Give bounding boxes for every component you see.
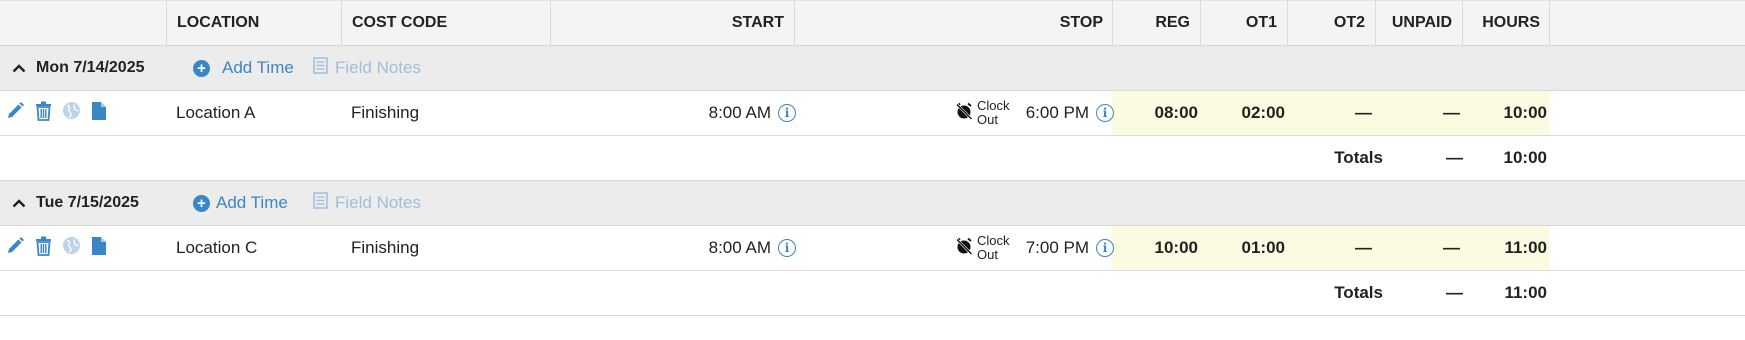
total-hours-cell: 11:00 [1504,238,1547,257]
trash-icon[interactable] [35,236,52,261]
document-icon[interactable] [91,101,107,126]
start-time-cell: 8:00 AM [708,238,771,257]
collapse-button[interactable] [12,46,26,90]
unpaid-hours-cell: — [1443,103,1460,122]
edit-button[interactable] [5,226,25,270]
delete-button[interactable] [35,91,52,135]
ot2-hours-cell: — [1355,238,1372,257]
document-icon[interactable] [91,236,107,261]
day-date: Mon 7/14/2025 [36,59,145,76]
delete-button[interactable] [35,226,52,270]
unpaid-hours-cell: — [1443,238,1460,257]
column-header-location[interactable]: LOCATION [177,1,259,45]
stop-info-button[interactable]: i [1096,91,1114,135]
start-time-cell: 8:00 AM [708,103,771,122]
field-notes-label: Field Notes [335,58,421,77]
column-header-unpaid[interactable]: UNPAID [1378,1,1452,45]
notes-button[interactable] [91,226,107,270]
field-notes-label: Field Notes [335,193,421,212]
ot1-hours-cell: 02:00 [1241,103,1285,122]
globe-icon[interactable] [62,101,81,125]
info-icon[interactable]: i [1096,239,1114,257]
field-notes-button[interactable]: Field Notes [313,46,421,90]
info-icon[interactable]: i [1096,104,1114,122]
timesheet-grid: LOCATION COST CODE START STOP REG OT1 OT… [0,0,1745,316]
column-header-reg[interactable]: REG [1115,1,1190,45]
day-totals-row: Totals — 10:00 [0,136,1745,181]
pencil-icon[interactable] [5,236,25,261]
add-time-label: Add Time [222,58,294,77]
day-group-header: Tue 7/15/2025 + Add Time Field Notes [0,181,1745,226]
info-icon[interactable]: i [778,104,796,122]
table-row[interactable]: Location A Finishing 8:00 AM i Clock Out… [0,91,1745,136]
column-header-hours[interactable]: HOURS [1465,1,1540,45]
stop-info-button[interactable]: i [1096,226,1114,270]
no-alarm-icon [955,102,973,125]
totals-hours: 10:00 [1503,148,1547,167]
add-time-label: Add Time [216,193,288,212]
totals-hours: 11:00 [1504,283,1547,302]
notes-list-icon [313,192,328,214]
no-alarm-icon [955,237,973,260]
totals-label: Totals [1334,148,1383,167]
notes-list-icon [313,57,328,79]
collapse-button[interactable] [12,181,26,225]
edit-button[interactable] [5,91,25,135]
stop-time-cell: 6:00 PM [1025,103,1089,122]
globe-icon[interactable] [62,236,81,260]
reg-hours-cell: 10:00 [1154,238,1198,257]
map-button[interactable] [62,226,81,270]
trash-icon[interactable] [35,101,52,126]
location-cell: Location C [176,238,258,257]
column-header-cost-code[interactable]: COST CODE [352,1,447,45]
chevron-up-icon[interactable] [12,193,26,213]
column-header-ot2[interactable]: OT2 [1290,1,1365,45]
ot1-hours-cell: 01:00 [1241,238,1285,257]
plus-circle-icon: + [193,59,210,77]
table-row[interactable]: Location C Finishing 8:00 AM i Clock Out… [0,226,1745,271]
day-date: Tue 7/15/2025 [36,194,139,211]
start-info-button[interactable]: i [778,226,796,270]
column-header-ot1[interactable]: OT1 [1203,1,1277,45]
totals-unpaid: — [1446,148,1463,167]
ot2-hours-cell: — [1355,103,1372,122]
add-time-button[interactable]: + Add Time [193,46,294,90]
field-notes-button[interactable]: Field Notes [313,181,421,225]
notes-button[interactable] [91,91,107,135]
location-cell: Location A [176,103,256,122]
plus-circle-icon: + [193,194,210,212]
table-header: LOCATION COST CODE START STOP REG OT1 OT… [0,0,1745,46]
column-header-stop[interactable]: STOP [900,1,1103,45]
stop-time-cell: 7:00 PM [1025,238,1089,257]
column-header-start[interactable]: START [600,1,784,45]
totals-unpaid: — [1446,283,1463,302]
info-icon[interactable]: i [778,239,796,257]
reg-hours-cell: 08:00 [1154,103,1198,122]
day-group-header: Mon 7/14/2025 + Add Time Field Notes [0,46,1745,91]
map-button[interactable] [62,91,81,135]
add-time-button[interactable]: + Add Time [193,181,288,225]
cost-code-cell: Finishing [351,103,420,122]
pencil-icon[interactable] [5,101,25,126]
totals-label: Totals [1334,283,1383,302]
total-hours-cell: 10:00 [1503,103,1547,122]
chevron-up-icon[interactable] [12,58,26,78]
day-totals-row: Totals — 11:00 [0,271,1745,316]
cost-code-cell: Finishing [351,238,420,257]
start-info-button[interactable]: i [778,91,796,135]
